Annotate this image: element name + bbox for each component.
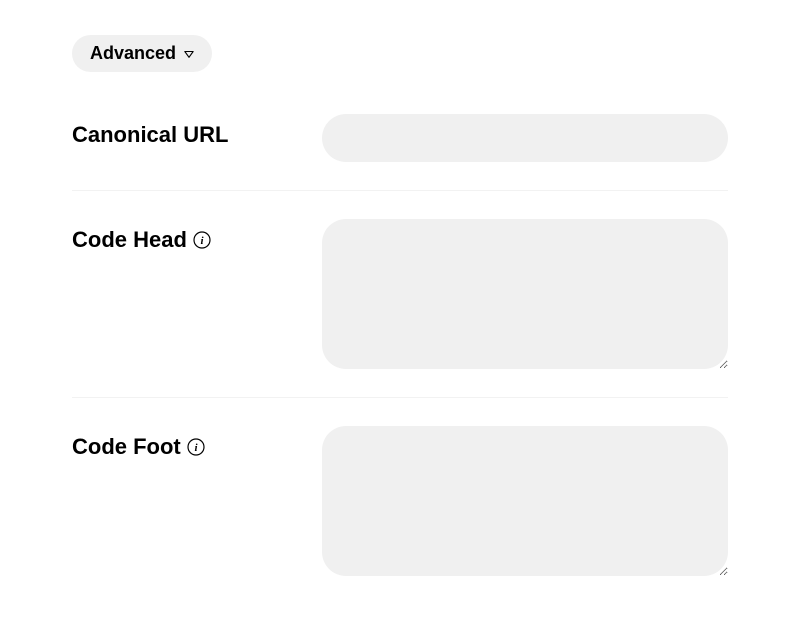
code-head-label-text: Code Head [72,227,187,253]
canonical-url-row: Canonical URL [72,114,728,191]
code-foot-row: Code Foot i [72,426,728,604]
advanced-section-toggle[interactable]: Advanced [72,35,212,72]
info-icon[interactable]: i [193,231,211,249]
code-foot-input[interactable] [322,426,728,576]
canonical-url-label: Canonical URL [72,114,302,148]
advanced-fields: Canonical URL Code Head i Code Foot i [72,114,728,604]
code-head-label: Code Head i [72,219,302,253]
section-title: Advanced [90,43,176,64]
svg-text:i: i [200,235,204,247]
chevron-down-icon [184,49,194,59]
code-foot-label: Code Foot i [72,426,302,460]
code-head-input[interactable] [322,219,728,369]
info-icon[interactable]: i [187,438,205,456]
code-foot-label-text: Code Foot [72,434,181,460]
svg-text:i: i [194,442,198,454]
canonical-url-label-text: Canonical URL [72,122,228,148]
canonical-url-input[interactable] [322,114,728,162]
code-head-row: Code Head i [72,219,728,398]
